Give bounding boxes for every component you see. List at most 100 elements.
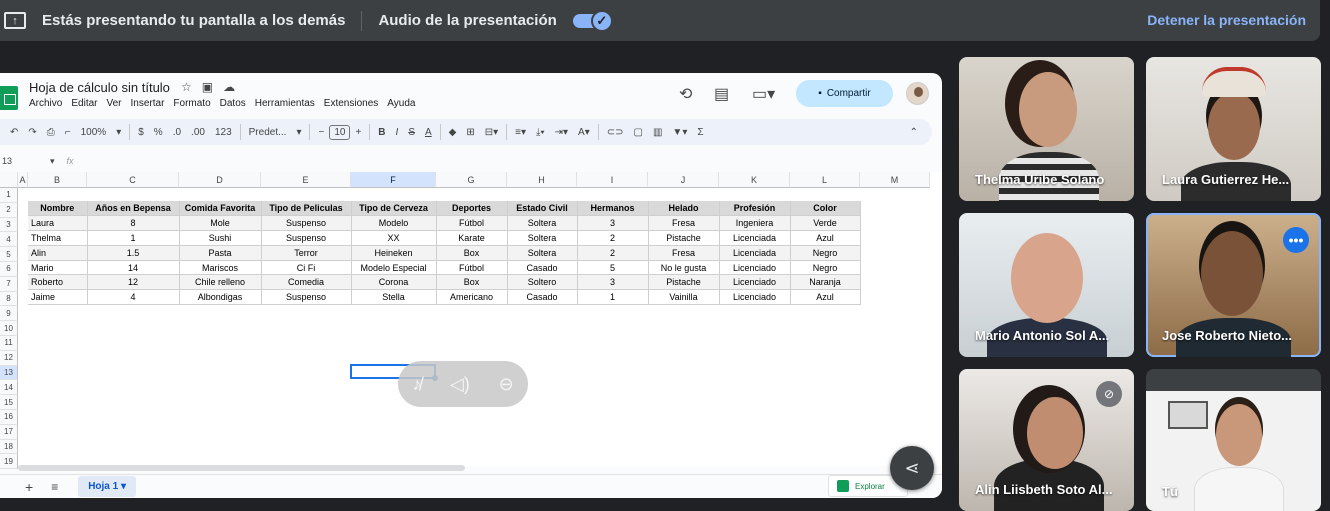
column-header[interactable]: D bbox=[179, 172, 261, 188]
font-size-input[interactable]: 10 bbox=[329, 124, 351, 140]
row-header[interactable]: 1 bbox=[0, 188, 18, 203]
table-cell[interactable]: Karate bbox=[436, 230, 508, 246]
merge-cells-icon[interactable]: ⊟▾ bbox=[480, 127, 503, 138]
table-cell[interactable]: 14 bbox=[87, 260, 180, 276]
table-cell[interactable]: 3 bbox=[577, 215, 649, 232]
font-size-increase-icon[interactable]: + bbox=[350, 127, 366, 138]
decrease-decimal-button[interactable]: .0 bbox=[168, 127, 186, 138]
table-header-cell[interactable]: Nombre bbox=[28, 201, 88, 217]
row-header[interactable]: 17 bbox=[0, 424, 18, 440]
avatar[interactable] bbox=[906, 82, 929, 105]
table-header-cell[interactable]: Deportes bbox=[436, 201, 508, 217]
share-fab-button[interactable]: ⋖ bbox=[890, 446, 934, 490]
table-cell[interactable]: Laura bbox=[28, 215, 88, 232]
participant-tile[interactable]: Mario Antonio Sol A... bbox=[959, 213, 1134, 357]
text-color-icon[interactable]: A bbox=[420, 127, 437, 138]
table-cell[interactable]: Fútbol bbox=[436, 215, 508, 232]
table-cell[interactable]: Azul bbox=[790, 230, 861, 246]
menu-formato[interactable]: Formato bbox=[173, 98, 210, 109]
participant-tile[interactable]: ⊘ Alin Liisbeth Soto Al... bbox=[959, 369, 1134, 511]
table-header-cell[interactable]: Años en Bepensa bbox=[87, 201, 180, 217]
spreadsheet-grid[interactable]: A B C D E F G H I J K L M 1 2 3 4 5 6 7 8 9 10 11 1… bbox=[0, 172, 942, 470]
table-cell[interactable]: Chile relleno bbox=[179, 274, 262, 291]
more-formats-button[interactable]: 123 bbox=[210, 127, 237, 138]
menu-extensiones[interactable]: Extensiones bbox=[324, 98, 378, 109]
filter-icon[interactable]: ▼▾ bbox=[667, 127, 692, 138]
row-header[interactable]: 7 bbox=[0, 276, 18, 292]
table-cell[interactable]: Soltera bbox=[507, 245, 578, 261]
column-header[interactable]: E bbox=[261, 172, 351, 188]
table-cell[interactable]: Fútbol bbox=[436, 260, 508, 276]
row-header[interactable]: 15 bbox=[0, 395, 18, 410]
row-header[interactable]: 9 bbox=[0, 306, 18, 322]
align-horizontal-icon[interactable]: ≡▾ bbox=[510, 127, 531, 138]
sheet-tab[interactable]: Hoja 1 ▾ bbox=[78, 476, 137, 497]
table-cell[interactable]: 2 bbox=[577, 245, 649, 261]
font-select[interactable]: Predet... bbox=[244, 127, 292, 138]
table-cell[interactable]: Suspenso bbox=[261, 215, 352, 232]
column-header[interactable]: H bbox=[507, 172, 577, 188]
table-cell[interactable]: Licenciado bbox=[719, 260, 791, 276]
column-header[interactable]: C bbox=[87, 172, 179, 188]
table-cell[interactable]: Casado bbox=[507, 260, 578, 276]
functions-icon[interactable]: Σ bbox=[692, 127, 708, 138]
table-cell[interactable]: Verde bbox=[790, 215, 861, 232]
sheets-logo-icon[interactable] bbox=[0, 86, 18, 110]
table-cell[interactable]: Negro bbox=[790, 245, 861, 261]
table-cell[interactable]: Ingeniera bbox=[719, 215, 791, 232]
add-sheet-icon[interactable]: + bbox=[25, 479, 33, 495]
table-header-cell[interactable]: Helado bbox=[648, 201, 720, 217]
table-cell[interactable]: Licenciado bbox=[719, 274, 791, 291]
table-cell[interactable]: Naranja bbox=[790, 274, 861, 291]
table-cell[interactable]: Americano bbox=[436, 289, 508, 306]
align-vertical-icon[interactable]: ⤓▾ bbox=[531, 127, 550, 138]
column-header[interactable]: A bbox=[18, 172, 28, 188]
text-wrap-icon[interactable]: ⇥▾ bbox=[550, 127, 573, 138]
table-cell[interactable]: Terror bbox=[261, 245, 352, 261]
table-cell[interactable]: Suspenso bbox=[261, 230, 352, 246]
bold-icon[interactable]: B bbox=[373, 127, 390, 138]
borders-icon[interactable]: ⊞ bbox=[461, 127, 479, 138]
row-header[interactable]: 8 bbox=[0, 291, 18, 307]
table-cell[interactable]: Mario bbox=[28, 260, 88, 276]
menu-archivo[interactable]: Archivo bbox=[29, 98, 62, 109]
link-icon[interactable]: ⊂⊃ bbox=[602, 127, 629, 138]
table-cell[interactable]: Corona bbox=[351, 274, 437, 291]
row-header[interactable]: 18 bbox=[0, 439, 18, 455]
fill-color-icon[interactable]: ◆ bbox=[444, 127, 462, 138]
column-header[interactable]: K bbox=[719, 172, 790, 188]
collapse-toolbar-icon[interactable]: ⌃ bbox=[905, 127, 932, 138]
table-cell[interactable]: Pistache bbox=[648, 230, 720, 246]
column-header[interactable]: L bbox=[790, 172, 860, 188]
table-cell[interactable]: 3 bbox=[577, 274, 649, 291]
star-icon[interactable]: ☆ bbox=[181, 80, 192, 94]
table-cell[interactable]: Box bbox=[436, 274, 508, 291]
row-header[interactable]: 11 bbox=[0, 336, 18, 351]
move-folder-icon[interactable]: ▣ bbox=[202, 80, 213, 94]
table-cell[interactable]: Sushi bbox=[179, 230, 262, 246]
column-header[interactable]: J bbox=[648, 172, 719, 188]
table-cell[interactable]: Alin bbox=[28, 245, 88, 261]
history-icon[interactable]: ⟲ bbox=[679, 84, 692, 104]
table-cell[interactable]: 1 bbox=[577, 289, 649, 306]
table-header-cell[interactable]: Profesión bbox=[719, 201, 791, 217]
print-icon[interactable]: ⎙ bbox=[42, 127, 60, 138]
row-header[interactable]: 10 bbox=[0, 321, 18, 336]
audio-toggle[interactable]: ✓ bbox=[572, 9, 613, 32]
participant-tile[interactable]: ••• Jose Roberto Nieto... bbox=[1146, 213, 1321, 357]
table-cell[interactable]: 5 bbox=[577, 260, 649, 276]
table-header-cell[interactable]: Tipo de Cerveza bbox=[351, 201, 437, 217]
table-cell[interactable]: Fresa bbox=[648, 245, 720, 261]
table-cell[interactable]: 12 bbox=[87, 274, 180, 291]
menu-ayuda[interactable]: Ayuda bbox=[387, 98, 415, 109]
mute-off-icon[interactable]: ♪̸ bbox=[412, 374, 421, 395]
column-header[interactable]: M bbox=[860, 172, 930, 188]
menu-herramientas[interactable]: Herramientas bbox=[255, 98, 315, 109]
insert-comment-icon[interactable]: ▢ bbox=[629, 127, 648, 138]
table-cell[interactable]: Stella bbox=[351, 289, 437, 306]
table-cell[interactable]: Jaime bbox=[28, 289, 88, 306]
redo-icon[interactable]: ↷ bbox=[23, 127, 41, 138]
strikethrough-icon[interactable]: S bbox=[403, 127, 420, 138]
menu-ver[interactable]: Ver bbox=[106, 98, 121, 109]
insert-chart-icon[interactable]: ▥ bbox=[648, 127, 667, 138]
